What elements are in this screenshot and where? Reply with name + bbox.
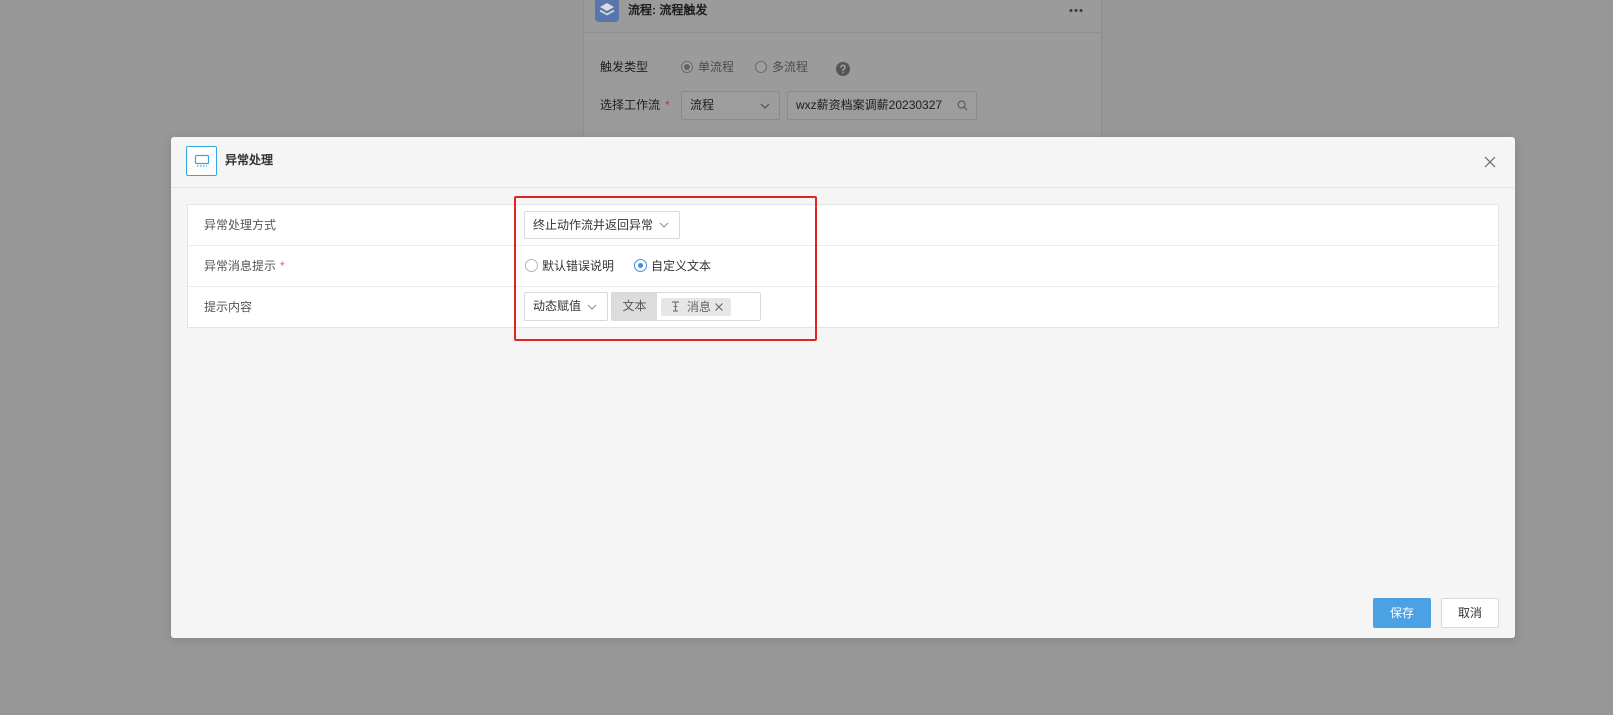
dialog-title: 异常处理: [225, 153, 274, 167]
tag-label: 消息: [687, 300, 712, 314]
content-value-field[interactable]: 文本 消息: [611, 292, 761, 321]
layers-icon: [595, 0, 619, 22]
panel-header: 流程: 流程触发: [584, 0, 1101, 33]
close-icon[interactable]: [1484, 156, 1496, 168]
radio-label: 默认错误说明: [542, 259, 615, 273]
workflow-type-select[interactable]: 流程: [681, 91, 780, 120]
chevron-down-icon: [659, 222, 669, 228]
select-value: 动态赋值: [533, 299, 582, 313]
select-value: 流程: [690, 98, 715, 112]
radio-button[interactable]: [681, 61, 693, 73]
field-label-text: 异常处理方式: [204, 218, 277, 232]
panel-title: 流程: 流程触发: [628, 3, 708, 17]
field-label-text: 提示内容: [204, 300, 253, 314]
workflow-search-value: wxz薪资档案调薪20230327: [796, 98, 943, 112]
radio-option-custom-text[interactable]: 自定义文本: [634, 246, 714, 286]
handling-method-select[interactable]: 终止动作流并返回异常: [524, 211, 680, 239]
form-row-hint-content: 提示内容 动态赋值 文本 消息: [188, 287, 1498, 327]
close-icon[interactable]: [715, 303, 723, 311]
trigger-type-option-multi[interactable]: 多流程: [755, 59, 811, 75]
chevron-down-icon: [587, 304, 597, 310]
select-value: 终止动作流并返回异常: [533, 218, 654, 232]
chevron-down-icon: [760, 103, 770, 109]
exception-form: 异常处理方式 终止动作流并返回异常 异常消息提示* 默认错误说明 自定义文本: [187, 204, 1499, 328]
more-icon[interactable]: [1069, 8, 1083, 13]
monitor-icon: [186, 146, 217, 176]
dialog-header: 异常处理: [171, 137, 1515, 188]
form-row-message-hint: 异常消息提示 * 默认错误说明 自定义文本: [188, 246, 1498, 287]
background-flow-panel: 流程: 流程触发 触发类型 单流程 多流程 选择工作流 * 流程 wxz薪资档案…: [583, 0, 1102, 150]
field-label: 异常消息提示 *: [204, 246, 285, 286]
search-icon[interactable]: [957, 100, 968, 111]
workflow-label-text: 选择工作流: [600, 98, 661, 112]
trigger-type-label: 触发类型: [600, 60, 649, 74]
radio-option-default-error[interactable]: 默认错误说明: [525, 246, 617, 286]
workflow-search-input[interactable]: wxz薪资档案调薪20230327: [787, 91, 977, 120]
text-cursor-icon: [672, 301, 679, 312]
radio-button[interactable]: [755, 61, 767, 73]
value-type-label: 文本: [612, 293, 657, 320]
radio-label: 自定义文本: [651, 259, 712, 273]
radio-label: 单流程: [698, 60, 735, 74]
trigger-type-option-single[interactable]: 单流程: [681, 59, 737, 75]
message-variable-tag[interactable]: 消息: [661, 298, 731, 316]
radio-button[interactable]: [525, 259, 538, 272]
assignment-mode-select[interactable]: 动态赋值: [524, 292, 608, 321]
field-label: 提示内容: [204, 287, 252, 327]
cancel-button[interactable]: 取消: [1441, 598, 1499, 628]
required-mark: *: [665, 98, 670, 112]
workflow-label: 选择工作流 *: [600, 97, 670, 113]
radio-label: 多流程: [772, 60, 809, 74]
save-button[interactable]: 保存: [1373, 598, 1431, 628]
field-label-text: 异常消息提示: [204, 259, 277, 273]
required-mark: *: [280, 259, 285, 273]
form-row-handling-method: 异常处理方式 终止动作流并返回异常: [188, 205, 1498, 246]
radio-button[interactable]: [634, 259, 647, 272]
help-icon[interactable]: [836, 62, 850, 76]
exception-handling-dialog: 异常处理 异常处理方式 终止动作流并返回异常 异常消息提示 * 默认错误说明 自…: [171, 137, 1515, 638]
field-label: 异常处理方式: [204, 205, 276, 245]
